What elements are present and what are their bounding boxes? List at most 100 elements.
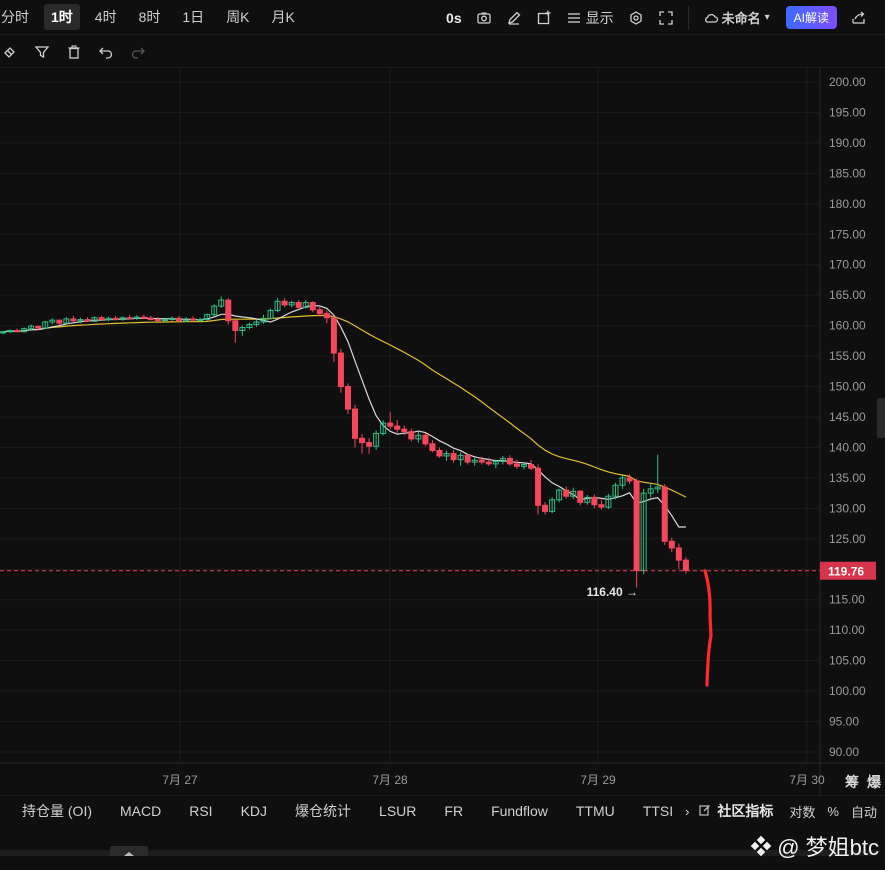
chip-distribution-toggle[interactable]: 筹: [845, 774, 859, 791]
scrollbar-handle[interactable]: [110, 846, 148, 856]
candle-body: [429, 443, 436, 451]
tab-fr[interactable]: FR: [444, 803, 463, 819]
chart-grid: [0, 68, 885, 795]
price-axis: 200.00 195.00 190.00 185.00 180.00 175.00 170.…: [829, 75, 866, 759]
candlesticks: [0, 296, 689, 588]
drawing-toolbar: [0, 36, 885, 68]
price-tick-label: 180.00: [829, 197, 866, 211]
price-tick-label: 200.00: [829, 75, 866, 89]
candle-body: [450, 453, 457, 461]
tab-liquidation[interactable]: 爆仓统计: [295, 801, 351, 821]
hand-drawn-annotation: [703, 569, 713, 687]
binance-logo-icon: [750, 835, 772, 857]
settings-icon[interactable]: [628, 10, 644, 26]
price-tick-label: 100.00: [829, 684, 866, 698]
log-scale-toggle[interactable]: 对数: [789, 802, 815, 821]
trash-icon[interactable]: [58, 44, 90, 60]
share-icon[interactable]: [851, 10, 867, 26]
ai-analysis-button[interactable]: AI解读: [785, 6, 837, 29]
percent-scale-toggle[interactable]: %: [827, 804, 839, 819]
divider: [687, 5, 689, 30]
community-indicators-button[interactable]: 社区指标: [717, 801, 773, 821]
magnet-icon[interactable]: [0, 44, 26, 60]
timeframe-4h[interactable]: 4时: [88, 4, 124, 30]
candle-body: [197, 319, 204, 322]
candle-body: [408, 431, 415, 440]
candle-body: [352, 408, 358, 439]
price-tick-label: 95.00: [829, 715, 859, 729]
auto-scale-toggle[interactable]: 自动: [851, 802, 877, 821]
candle-body: [506, 457, 513, 465]
candle-body: [14, 330, 21, 333]
redo-icon[interactable]: [122, 44, 154, 60]
candle-body: [323, 312, 330, 319]
liquidation-toggle[interactable]: 爆: [867, 774, 882, 791]
tab-kdj[interactable]: KDJ: [241, 803, 267, 819]
watermark-text: @ 梦姐btc: [777, 835, 879, 860]
layout-name: 未命名: [721, 11, 761, 26]
tab-lsur[interactable]: LSUR: [379, 803, 416, 819]
candle-body: [626, 477, 633, 482]
add-window-icon[interactable]: [536, 10, 552, 26]
candle-body: [35, 325, 42, 329]
display-menu[interactable]: 显示: [566, 8, 614, 28]
price-tick-label: 150.00: [829, 380, 866, 394]
timeframe-1m[interactable]: 月K: [265, 4, 302, 30]
candle-body: [401, 428, 408, 433]
time-tick-label: 7月 27: [162, 773, 198, 787]
price-tick-label: 135.00: [829, 471, 866, 485]
price-tick-label: 170.00: [829, 258, 866, 272]
candle-body: [176, 317, 182, 322]
candle-body: [232, 320, 239, 332]
candle-body: [190, 318, 197, 321]
tab-macd[interactable]: MACD: [120, 803, 161, 819]
tab-ttsi[interactable]: TTSI: [643, 803, 673, 819]
edit-icon[interactable]: [699, 804, 711, 819]
price-tick-label: 90.00: [829, 745, 859, 759]
candle-body: [478, 459, 485, 463]
price-tick-label: 160.00: [829, 319, 866, 333]
camera-icon[interactable]: [476, 10, 492, 26]
candle-body: [154, 319, 161, 322]
candle-body: [112, 317, 119, 321]
price-tick-label: 175.00: [829, 227, 866, 241]
candle-body: [485, 461, 492, 465]
moving-averages: [2, 304, 687, 528]
timeframe-1d[interactable]: 1日: [175, 4, 211, 30]
time-tick-label: 7月 28: [372, 773, 408, 787]
candle-body: [563, 489, 570, 497]
timeframe-minute[interactable]: 分时: [0, 4, 36, 30]
tab-rsi[interactable]: RSI: [189, 803, 212, 819]
price-tick-label: 190.00: [829, 136, 866, 150]
candle-body: [56, 319, 63, 324]
chevron-down-icon: ▾: [764, 12, 770, 23]
axis-resize-handle[interactable]: [877, 398, 885, 438]
tab-fundflow[interactable]: Fundflow: [491, 803, 548, 819]
timeframe-1w[interactable]: 周K: [219, 4, 256, 30]
candle-body: [661, 486, 668, 542]
countdown-label[interactable]: 0s: [446, 10, 462, 26]
pencil-icon[interactable]: [506, 10, 522, 26]
candle-body: [598, 504, 605, 508]
layout-selector[interactable]: 未命名 ▾: [703, 8, 770, 27]
fullscreen-icon[interactable]: [658, 10, 674, 26]
candle-body: [513, 463, 520, 467]
list-icon: [567, 12, 580, 23]
tab-ttmu[interactable]: TTMU: [576, 803, 615, 819]
price-tick-label: 140.00: [829, 440, 866, 454]
candle-body: [126, 317, 133, 320]
tab-oi[interactable]: 持仓量 (OI): [22, 801, 92, 821]
candle-body: [147, 317, 154, 321]
price-tick-label: 110.00: [829, 623, 865, 637]
candle-body: [330, 317, 337, 354]
candle-body: [366, 442, 373, 447]
indicator-options: › 社区指标 对数 % 自动: [673, 796, 877, 826]
price-chart[interactable]: 200.00 195.00 190.00 185.00 180.00 175.00 170.…: [0, 68, 885, 795]
more-tabs-chevron[interactable]: ›: [685, 804, 689, 819]
timeframe-8h[interactable]: 8时: [132, 4, 168, 30]
filter-icon[interactable]: [26, 44, 58, 60]
timeframe-bar: 分时 1时 4时 8时 1日 周K 月K 0s 显示 未命名 ▾ AI解读: [0, 0, 885, 35]
undo-icon[interactable]: [90, 44, 122, 60]
candle-body: [140, 316, 147, 319]
timeframe-1h[interactable]: 1时: [44, 4, 80, 30]
